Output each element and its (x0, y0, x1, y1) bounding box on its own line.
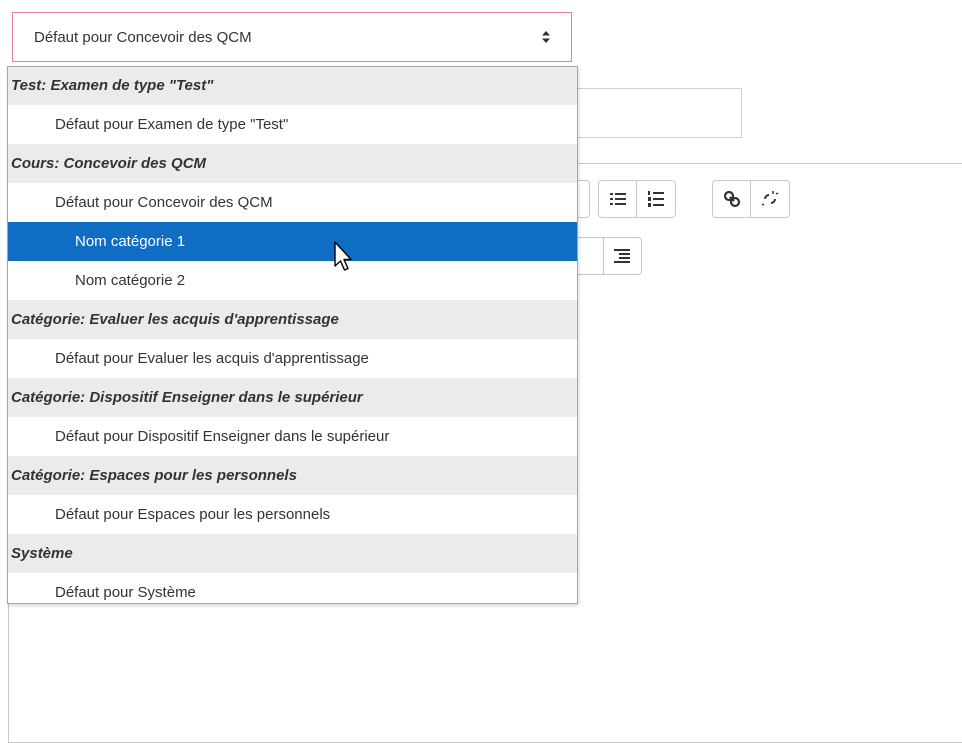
category-select[interactable]: Défaut pour Concevoir des QCM (12, 12, 572, 62)
ordered-list-button[interactable] (637, 181, 675, 217)
link-button[interactable] (713, 181, 751, 217)
optgroup-label: Catégorie: Dispositif Enseigner dans le … (8, 378, 577, 417)
name-input-background[interactable] (578, 88, 742, 138)
optgroup-label: Catégorie: Espaces pour les personnels (8, 456, 577, 495)
unordered-list-icon (609, 193, 626, 205)
outdent-button[interactable] (604, 238, 641, 274)
unlink-icon (761, 191, 779, 206)
unordered-list-button[interactable] (599, 181, 637, 217)
outdent-icon (614, 249, 631, 263)
optgroup-label: Système (8, 534, 577, 573)
select-arrows-icon (542, 31, 550, 43)
option-item[interactable]: Nom catégorie 2 (8, 261, 577, 300)
option-item[interactable]: Défaut pour Examen de type "Test" (8, 105, 577, 144)
option-item[interactable]: Défaut pour Concevoir des QCM (8, 183, 577, 222)
ordered-list-icon (648, 191, 664, 207)
mouse-pointer-icon (334, 241, 352, 271)
category-dropdown-list: Test: Examen de type "Test" Défaut pour … (7, 66, 578, 604)
link-icon (723, 190, 740, 208)
optgroup-label: Test: Examen de type "Test" (8, 67, 577, 105)
unlink-button[interactable] (751, 181, 789, 217)
category-select-value: Défaut pour Concevoir des QCM (34, 28, 252, 46)
option-item[interactable]: Défaut pour Espaces pour les personnels (8, 495, 577, 534)
option-item-selected[interactable]: Nom catégorie 1 (8, 222, 577, 261)
option-item[interactable]: Défaut pour Evaluer les acquis d'apprent… (8, 339, 577, 378)
toolbar-group-lists (598, 180, 676, 218)
option-item[interactable]: Défaut pour Système (8, 573, 577, 612)
optgroup-label: Catégorie: Evaluer les acquis d'apprenti… (8, 300, 577, 339)
option-item[interactable]: Défaut pour Dispositif Enseigner dans le… (8, 417, 577, 456)
optgroup-label: Cours: Concevoir des QCM (8, 144, 577, 183)
toolbar-group-links (712, 180, 790, 218)
